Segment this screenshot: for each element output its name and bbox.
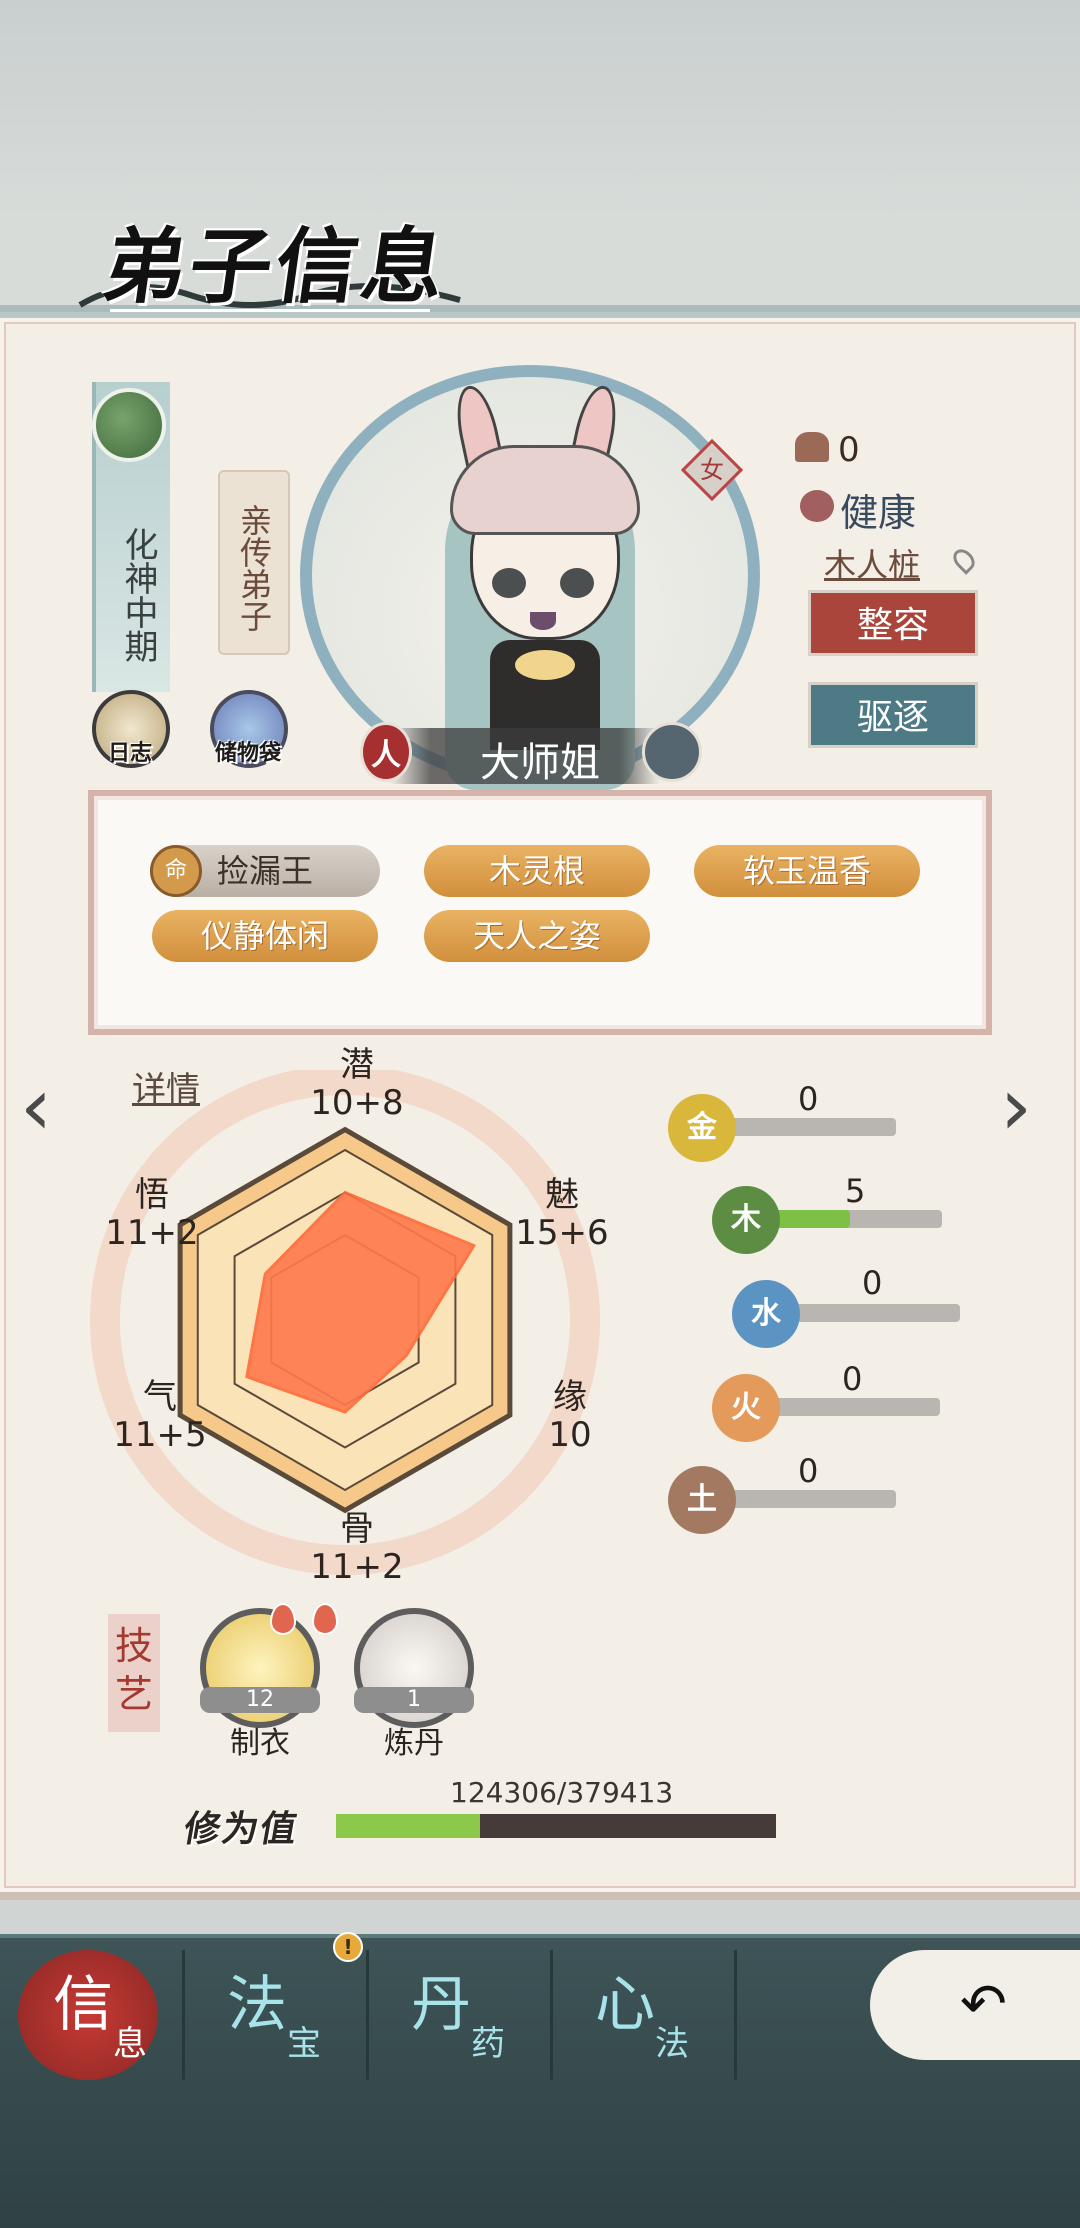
tab-pill-small: 药: [471, 2024, 505, 2064]
role-tag: 亲传弟子: [218, 470, 290, 655]
tab-treasure-small: 宝: [287, 2024, 321, 2064]
tab-pill[interactable]: 丹药: [368, 1956, 548, 2096]
tab-pill-big: 丹: [411, 1970, 471, 2040]
previous-disciple-arrow-icon[interactable]: ‹: [20, 1060, 52, 1153]
radar-label-gu: 骨 11+2: [297, 1510, 417, 1586]
tab-method-small: 法: [655, 2024, 689, 2064]
skill-name: 制衣: [230, 1726, 290, 1761]
tab-info-small: 息: [113, 2024, 147, 2064]
flame-icon: [270, 1603, 296, 1635]
radar-axis-value: 11+2: [105, 1213, 199, 1253]
gender-text: 女: [700, 456, 724, 484]
realm-text: 化神中期: [118, 527, 158, 663]
tab-method[interactable]: 心法: [552, 1956, 732, 2096]
element-bar-metal: [730, 1118, 896, 1136]
fire-element-icon: 火: [712, 1374, 780, 1442]
character-bangs: [450, 445, 640, 535]
element-bar-water: [794, 1304, 960, 1322]
tab-method-big: 心: [595, 1970, 655, 2040]
radar-label-qi: 气 11+5: [100, 1378, 220, 1454]
radar-axis-value: 10: [548, 1415, 592, 1455]
radar-axis-value: 11+2: [310, 1547, 404, 1587]
element-bar-fire: [774, 1398, 940, 1416]
radar-axis-value: 11+5: [113, 1415, 207, 1455]
radar-axis-value: 10+8: [310, 1083, 404, 1123]
element-fill-wood: [774, 1210, 850, 1228]
stat-count: 0: [838, 430, 860, 470]
health-status: 健康: [840, 491, 917, 535]
element-value-earth: 0: [798, 1452, 819, 1490]
title-area: 弟子信息: [70, 190, 490, 320]
element-value-water: 0: [862, 1264, 883, 1302]
realm-swirl-icon: [92, 388, 166, 462]
back-arrow-icon[interactable]: ↶: [960, 1972, 1007, 2037]
radar-axis-name: 悟: [135, 1175, 169, 1215]
radar-axis-name: 气: [143, 1377, 177, 1417]
trait-tag[interactable]: 仪静体闲: [152, 910, 378, 962]
skill-level: 1: [354, 1687, 474, 1713]
radar-axis-name: 缘: [553, 1377, 587, 1417]
expel-button[interactable]: 驱逐: [808, 682, 978, 748]
skills-tag: 技艺: [108, 1614, 160, 1732]
character-mouth: [530, 612, 556, 630]
makeover-button[interactable]: 整容: [808, 590, 978, 656]
cultivation-progress-fill: [336, 1814, 481, 1838]
tab-treasure[interactable]: 法宝: [184, 1956, 364, 2096]
element-value-metal: 0: [798, 1080, 819, 1118]
storage-bag-button-label[interactable]: 储物袋: [198, 735, 298, 767]
location-link[interactable]: 木人桩: [824, 540, 920, 586]
character-eye-right: [560, 568, 594, 598]
character-bow: [515, 650, 575, 680]
skill-name: 炼丹: [384, 1726, 444, 1761]
radar-label-yuan: 缘 10: [510, 1378, 630, 1454]
radar-axis-name: 潜: [340, 1045, 374, 1085]
radar-axis-name: 魅: [545, 1175, 579, 1215]
element-bar-earth: [730, 1490, 896, 1508]
fate-badge-icon: 命: [150, 845, 202, 897]
element-value-fire: 0: [842, 1360, 863, 1398]
radar-label-qian: 潜 10+8: [297, 1046, 417, 1122]
next-disciple-arrow-icon[interactable]: ›: [1000, 1060, 1032, 1153]
flame-icon: [312, 1603, 338, 1635]
trait-tag[interactable]: 软玉温香: [694, 845, 920, 897]
water-element-icon: 水: [732, 1280, 800, 1348]
page-title: 弟子信息: [97, 219, 455, 315]
tab-info-big: 信: [53, 1970, 113, 2040]
cultivation-value: 124306/379413: [450, 1776, 674, 1809]
trait-tag[interactable]: 天人之姿: [424, 910, 650, 962]
radar-label-mei: 魅 15+6: [502, 1176, 622, 1252]
cultivation-label: 修为值: [180, 1808, 303, 1850]
element-value-wood: 5: [845, 1172, 866, 1210]
nav-divider: [734, 1950, 737, 2080]
radar-axis-name: 骨: [340, 1509, 374, 1549]
log-button-label[interactable]: 日志: [80, 735, 180, 767]
character-eye-left: [492, 568, 526, 598]
radar-axis-value: 15+6: [515, 1213, 609, 1253]
skill-level: 12: [200, 1687, 320, 1713]
earth-element-icon: 土: [668, 1466, 736, 1534]
mushroom-icon: [795, 432, 829, 462]
metal-element-icon: 金: [668, 1094, 736, 1162]
trait-tag[interactable]: 木灵根: [424, 845, 650, 897]
tab-info[interactable]: 信息: [10, 1956, 190, 2096]
wood-element-icon: 木: [712, 1186, 780, 1254]
health-heart-icon: [800, 490, 834, 522]
alert-badge: !: [333, 1932, 363, 1962]
tab-treasure-big: 法: [227, 1970, 287, 2040]
brush-edit-icon[interactable]: [642, 722, 702, 782]
radar-label-wu: 悟 11+2: [92, 1176, 212, 1252]
